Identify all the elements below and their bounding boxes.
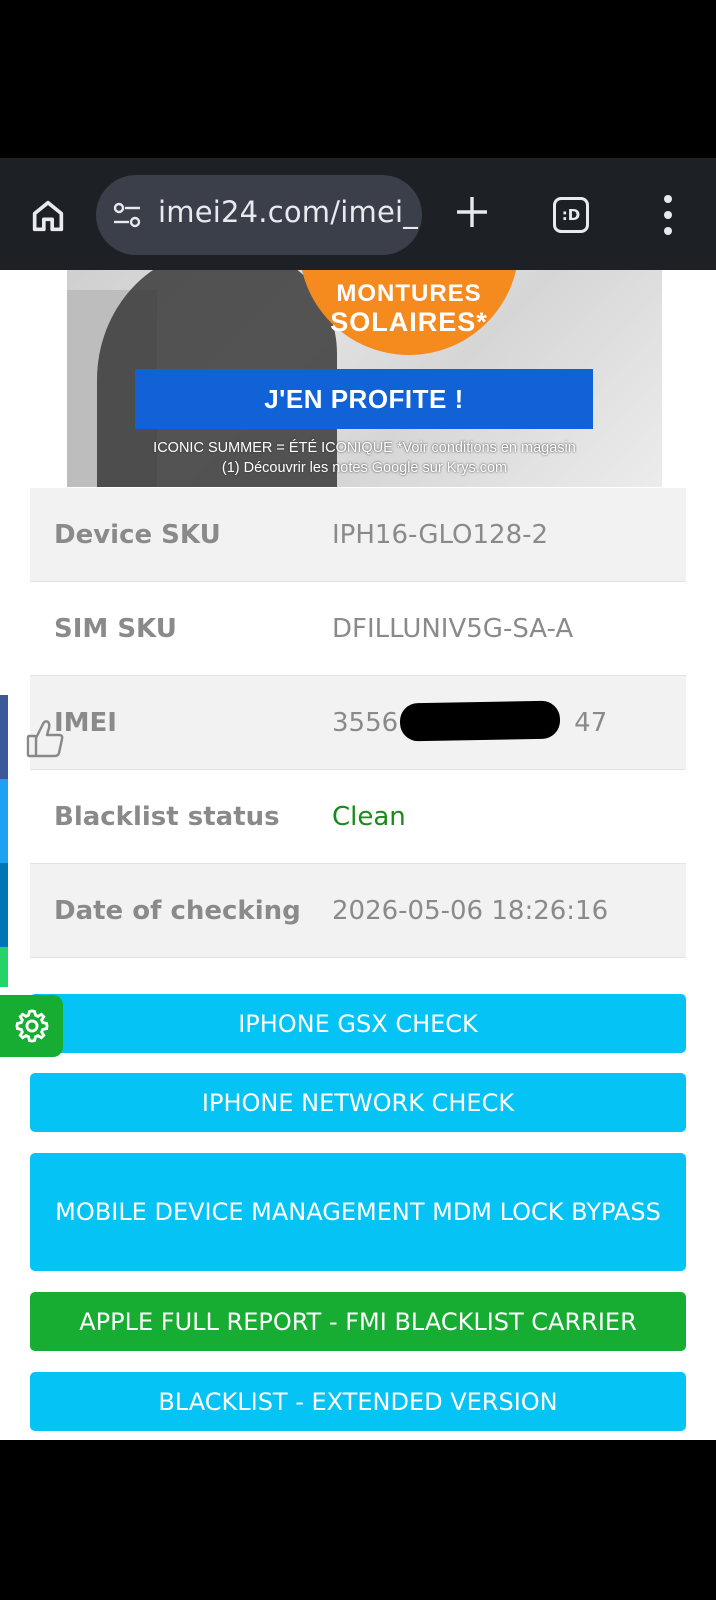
imei-suffix: 47 [574,707,608,738]
redaction-mark [399,700,561,741]
table-row: SIM SKU DFILLUNIV5G-SA-A [30,582,686,676]
imei-info-table: Device SKU IPH16-GLO128-2 SIM SKU DFILLU… [30,488,686,958]
ad-badge-line1: MONTURES [336,280,482,307]
tab-switcher-icon[interactable]: :D [553,197,589,233]
share-whatsapp-tab[interactable] [0,947,8,987]
new-tab-plus-icon [457,197,487,227]
ad-fine-print: (1) Découvrir les notes Google sur Krys.… [221,460,508,476]
row-value: IPH16-GLO128-2 [332,519,549,550]
ad-fine-print: ICONIC SUMMER = ÉTÉ ICONIQUE *Voir condi… [153,440,576,456]
share-twitter-tab[interactable] [0,779,8,863]
status-bar-area [0,0,716,158]
ad-cta-button[interactable]: J'EN PROFITE ! [135,369,593,429]
gear-icon [15,1009,48,1043]
settings-tab[interactable] [0,995,63,1057]
url-text[interactable]: imei24.com/imei_ [158,195,418,229]
advertisement-banner[interactable]: MONTURES SOLAIRES* J'EN PROFITE ! ICONIC… [67,270,662,487]
row-label: IMEI [54,707,117,738]
social-share-bar [0,695,8,987]
home-icon [32,200,64,232]
imei-value: 3556 47 [332,700,608,741]
iphone-gsx-check-button[interactable]: IPHONE GSX CHECK [30,994,686,1053]
apple-full-report-button[interactable]: APPLE FULL REPORT - FMI BLACKLIST CARRIE… [30,1292,686,1351]
row-label: SIM SKU [54,613,177,644]
iphone-network-check-button[interactable]: IPHONE NETWORK CHECK [30,1073,686,1132]
row-label: Device SKU [54,519,221,550]
thumbs-up-icon[interactable] [25,718,65,760]
table-row: Device SKU IPH16-GLO128-2 [30,488,686,582]
blacklist-extended-button[interactable]: BLACKLIST - EXTENDED VERSION [30,1372,686,1431]
table-row: IMEI 3556 47 [30,676,686,770]
table-row: Blacklist status Clean [30,770,686,864]
imei-prefix: 3556 [332,707,399,738]
row-value: 2026-05-06 18:26:16 [332,895,609,926]
page-content: MONTURES SOLAIRES* J'EN PROFITE ! ICONIC… [0,270,716,1440]
ad-badge-line2: SOLAIRES* [330,307,488,337]
share-linkedin-tab[interactable] [0,863,8,947]
overflow-menu-icon[interactable] [650,195,686,235]
home-button[interactable] [24,192,72,240]
row-value: DFILLUNIV5G-SA-A [332,613,574,644]
new-tab-button[interactable] [448,188,496,236]
row-label: Date of checking [54,895,301,926]
share-facebook-tab[interactable] [0,695,8,779]
navigation-bar-area [0,1440,716,1600]
table-row: Date of checking 2026-05-06 18:26:16 [30,864,686,958]
blacklist-status-value: Clean [332,801,406,832]
site-settings-icon[interactable] [112,200,142,230]
mdm-lock-bypass-button[interactable]: MOBILE DEVICE MANAGEMENT MDM LOCK BYPASS [30,1153,686,1271]
row-label: Blacklist status [54,801,280,832]
